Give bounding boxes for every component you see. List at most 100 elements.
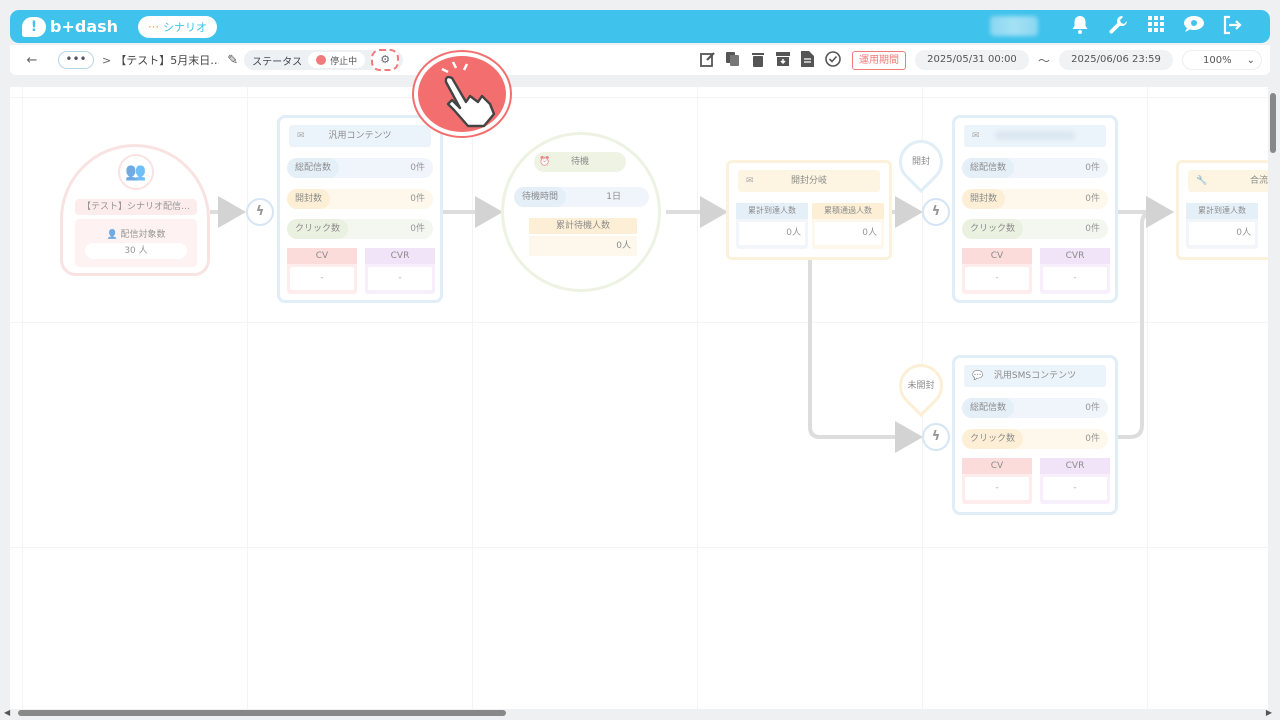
email-content-node[interactable]: ✉ 汎用コンテンツ 総配信数 0件 開封数 0件 クリック数 0件 CV - CVR - (277, 115, 443, 303)
chevron-down-icon: ⌄ (1246, 54, 1255, 66)
branch-passed-value: 0人 (815, 222, 881, 245)
mail-icon: ✉ (972, 131, 980, 141)
logo-mark: ! (22, 16, 46, 37)
trigger-bolt-icon[interactable]: ϟ (922, 198, 950, 226)
stat-key: 総配信数 (962, 398, 1015, 418)
grid-icon[interactable] (1144, 15, 1168, 39)
cvr-value: - (1043, 267, 1107, 290)
cv-box: CV - (962, 458, 1032, 504)
open-envelope-icon: ✉ (746, 176, 754, 186)
trigger-bolt-icon[interactable]: ϟ (922, 423, 950, 451)
stat-value: 0件 (1085, 434, 1100, 444)
edit-square-icon[interactable] (700, 51, 716, 69)
email2-node-header: ✉ (964, 125, 1106, 147)
status-settings-gear-icon[interactable]: ⚙ (371, 49, 400, 71)
cv-box: CV - (287, 248, 357, 294)
document-icon[interactable] (800, 51, 816, 69)
scroll-right-arrow-icon[interactable]: ▶ (1266, 708, 1272, 717)
stat-key: クリック数 (962, 219, 1024, 239)
target-count-label: 👤 配信対象数 (75, 227, 197, 240)
branch-node-header: ✉ 開封分岐 (738, 170, 880, 192)
top-nav-bar: ! b+dash ⋯ シナリオ (10, 10, 1270, 43)
support-chat-icon[interactable] (1182, 15, 1206, 39)
stat-value: 0件 (1085, 194, 1100, 204)
merge-reached-label: 累計到達人数 (1186, 203, 1258, 219)
toolbar-actions: 運用期間 2025/05/31 00:00 〜 2025/06/06 23:59… (700, 50, 1270, 70)
sms-content-node[interactable]: 💬 汎用SMSコンテンツ 総配信数 0件 クリック数 0件 CV - CVR - (952, 355, 1118, 515)
bell-icon[interactable] (1068, 15, 1092, 39)
zoom-select[interactable]: 100% ⌄ (1182, 50, 1262, 70)
alarm-clock-icon: ⏰ (539, 157, 551, 167)
bdash-logo[interactable]: ! b+dash (22, 16, 118, 37)
email-node-header: ✉ 汎用コンテンツ (289, 125, 431, 147)
stat-key: 総配信数 (287, 158, 340, 178)
cvr-box: CVR - (1040, 458, 1110, 504)
check-circle-icon[interactable] (825, 51, 841, 69)
chat-bubble-icon: 💬 (972, 371, 984, 381)
connector-arrow (1115, 196, 1174, 439)
stat-row: 総配信数 0件 (287, 158, 433, 178)
sms-node-header: 💬 汎用SMSコンテンツ (964, 365, 1106, 387)
merge-node[interactable]: 🔧 合流 累計到達人数 0人 (1176, 160, 1268, 260)
stat-value: 0件 (1085, 403, 1100, 413)
stat-key: クリック数 (962, 429, 1024, 449)
end-date-field[interactable]: 2025/06/06 23:59 (1059, 50, 1173, 70)
blurred-content-title (995, 131, 1075, 140)
header-icons (1068, 15, 1244, 39)
stat-value: 0件 (1085, 163, 1100, 173)
horizontal-scrollbar[interactable]: ◀ ▶ (4, 708, 1272, 717)
share-nodes-icon: ⋯ (148, 21, 160, 33)
archive-icon[interactable] (775, 51, 791, 69)
merge-reached-value: 0人 (1189, 222, 1255, 245)
wait-node[interactable]: ⏰ 待機 待機時間 1日 累計待機人数 0人 (501, 132, 661, 292)
cvr-box: CVR - (365, 248, 435, 294)
cvr-label: CVR (1040, 248, 1110, 264)
stat-row: 開封数 0件 (962, 189, 1108, 209)
breadcrumb-separator: > (102, 53, 112, 67)
cv-value: - (965, 477, 1029, 500)
sms-node-title: 汎用SMSコンテンツ (993, 371, 1077, 381)
cv-label: CV (962, 248, 1032, 264)
cvr-value: - (1043, 477, 1107, 500)
wait-node-header: ⏰ 待機 (534, 152, 626, 172)
branch-reached-box: 累計到達人数 0人 (736, 203, 808, 249)
logout-icon[interactable] (1220, 15, 1244, 39)
cvr-box: CVR - (1040, 248, 1110, 294)
scroll-left-arrow-icon[interactable]: ◀ (4, 708, 10, 717)
scenario-menu-button[interactable]: ⋯ シナリオ (138, 15, 218, 38)
scenario-title: 【テスト】5月末日… (115, 54, 220, 67)
wrench-icon[interactable] (1106, 15, 1130, 39)
breadcrumb-more-button[interactable]: ••• (58, 51, 94, 69)
status-value: 停止中 (330, 56, 358, 67)
trash-icon[interactable] (750, 51, 766, 69)
stat-value: 0件 (410, 163, 425, 173)
back-arrow-icon[interactable]: ← (22, 53, 42, 68)
scenario-canvas[interactable]: 👥 【テスト】シナリオ配信… 👤 配信対象数 30 人 ϟ ✉ 汎用コンテンツ … (10, 87, 1268, 709)
email-node-title: 汎用コンテンツ (328, 131, 392, 141)
operation-period-button[interactable]: 運用期間 (851, 50, 906, 70)
copy-icon[interactable] (725, 51, 741, 69)
trigger-bolt-icon[interactable]: ϟ (246, 198, 274, 226)
stat-row: クリック数 0件 (287, 219, 433, 239)
stat-row: 総配信数 0件 (962, 398, 1108, 418)
users-group-icon: 👥 (118, 154, 154, 190)
start-date-field[interactable]: 2025/05/31 00:00 (914, 50, 1029, 70)
branch-passed-box: 累積通過人数 0人 (812, 203, 884, 249)
wait-time-row: 待機時間 1日 (514, 187, 649, 207)
wrench-icon: 🔧 (1196, 176, 1208, 186)
status-toggle[interactable]: 停止中 (308, 52, 366, 68)
pencil-edit-icon[interactable]: ✎ (227, 53, 238, 68)
email-content-node-2[interactable]: ✉ 総配信数 0件 開封数 0件 クリック数 0件 CV - CVR - (952, 115, 1118, 303)
app-window: ! b+dash ⋯ シナリオ ← ••• > 【テスト】5月末日… ✎ ステー… (0, 0, 1280, 720)
vertical-scrollbar[interactable] (1269, 87, 1277, 707)
vertical-scroll-thumb[interactable] (1270, 93, 1276, 153)
open-branch-node[interactable]: ✉ 開封分岐 累計到達人数 0人 累積通過人数 0人 (726, 160, 892, 260)
wait-count-label: 累計待機人数 (529, 218, 637, 234)
stat-key: 総配信数 (962, 158, 1015, 178)
stat-key: クリック数 (287, 219, 349, 239)
user-name-blurred (990, 16, 1038, 36)
horizontal-scroll-thumb[interactable] (18, 710, 506, 716)
pause-icon (316, 55, 327, 65)
merge-node-header: 🔧 合流 (1188, 170, 1268, 192)
stat-row: クリック数 0件 (962, 429, 1108, 449)
